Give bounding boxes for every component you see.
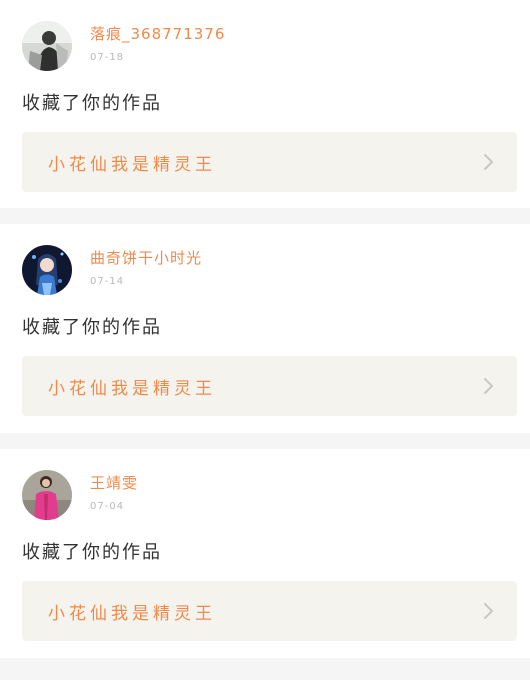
chevron-right-icon <box>483 602 495 620</box>
avatar-grayscale-icon <box>22 21 72 71</box>
notification-feed: 落痕_368771376 07-18 收藏了你的作品 小花仙我是精灵王 曲奇饼干… <box>0 0 530 658</box>
work-title: 小花仙我是精灵王 <box>48 603 216 624</box>
notification-card: 曲奇饼干小时光 07-14 收藏了你的作品 小花仙我是精灵王 <box>0 224 530 433</box>
notification-date: 07-18 <box>90 52 125 63</box>
notification-date: 07-14 <box>90 276 125 287</box>
chevron-right-icon <box>483 377 495 395</box>
avatar-pink-jacket-icon <box>22 470 72 520</box>
action-text: 收藏了你的作品 <box>22 542 162 563</box>
notification-card: 落痕_368771376 07-18 收藏了你的作品 小花仙我是精灵王 <box>0 0 530 208</box>
user-meta: 落痕_368771376 07-18 <box>90 24 225 64</box>
user-meta: 王靖雯 07-04 <box>90 473 138 513</box>
notification-card: 王靖雯 07-04 收藏了你的作品 小花仙我是精灵王 <box>0 449 530 658</box>
notification-header: 曲奇饼干小时光 07-14 <box>22 244 202 296</box>
chevron-right-icon <box>483 153 495 171</box>
work-link-button[interactable]: 小花仙我是精灵王 <box>22 132 517 192</box>
work-title: 小花仙我是精灵王 <box>48 378 216 399</box>
user-meta: 曲奇饼干小时光 07-14 <box>90 248 202 288</box>
notification-date: 07-04 <box>90 501 125 512</box>
action-text: 收藏了你的作品 <box>22 93 162 114</box>
notification-header: 王靖雯 07-04 <box>22 469 138 521</box>
username-link[interactable]: 落痕_368771376 <box>90 24 225 44</box>
avatar-anime-girl-icon <box>22 245 72 295</box>
user-avatar[interactable] <box>22 245 72 295</box>
work-link-button[interactable]: 小花仙我是精灵王 <box>22 356 517 416</box>
user-avatar[interactable] <box>22 470 72 520</box>
action-text: 收藏了你的作品 <box>22 317 162 338</box>
username-link[interactable]: 曲奇饼干小时光 <box>90 248 202 268</box>
username-link[interactable]: 王靖雯 <box>90 473 138 493</box>
work-link-button[interactable]: 小花仙我是精灵王 <box>22 581 517 641</box>
user-avatar[interactable] <box>22 21 72 71</box>
work-title: 小花仙我是精灵王 <box>48 154 216 175</box>
notification-header: 落痕_368771376 07-18 <box>22 20 225 72</box>
